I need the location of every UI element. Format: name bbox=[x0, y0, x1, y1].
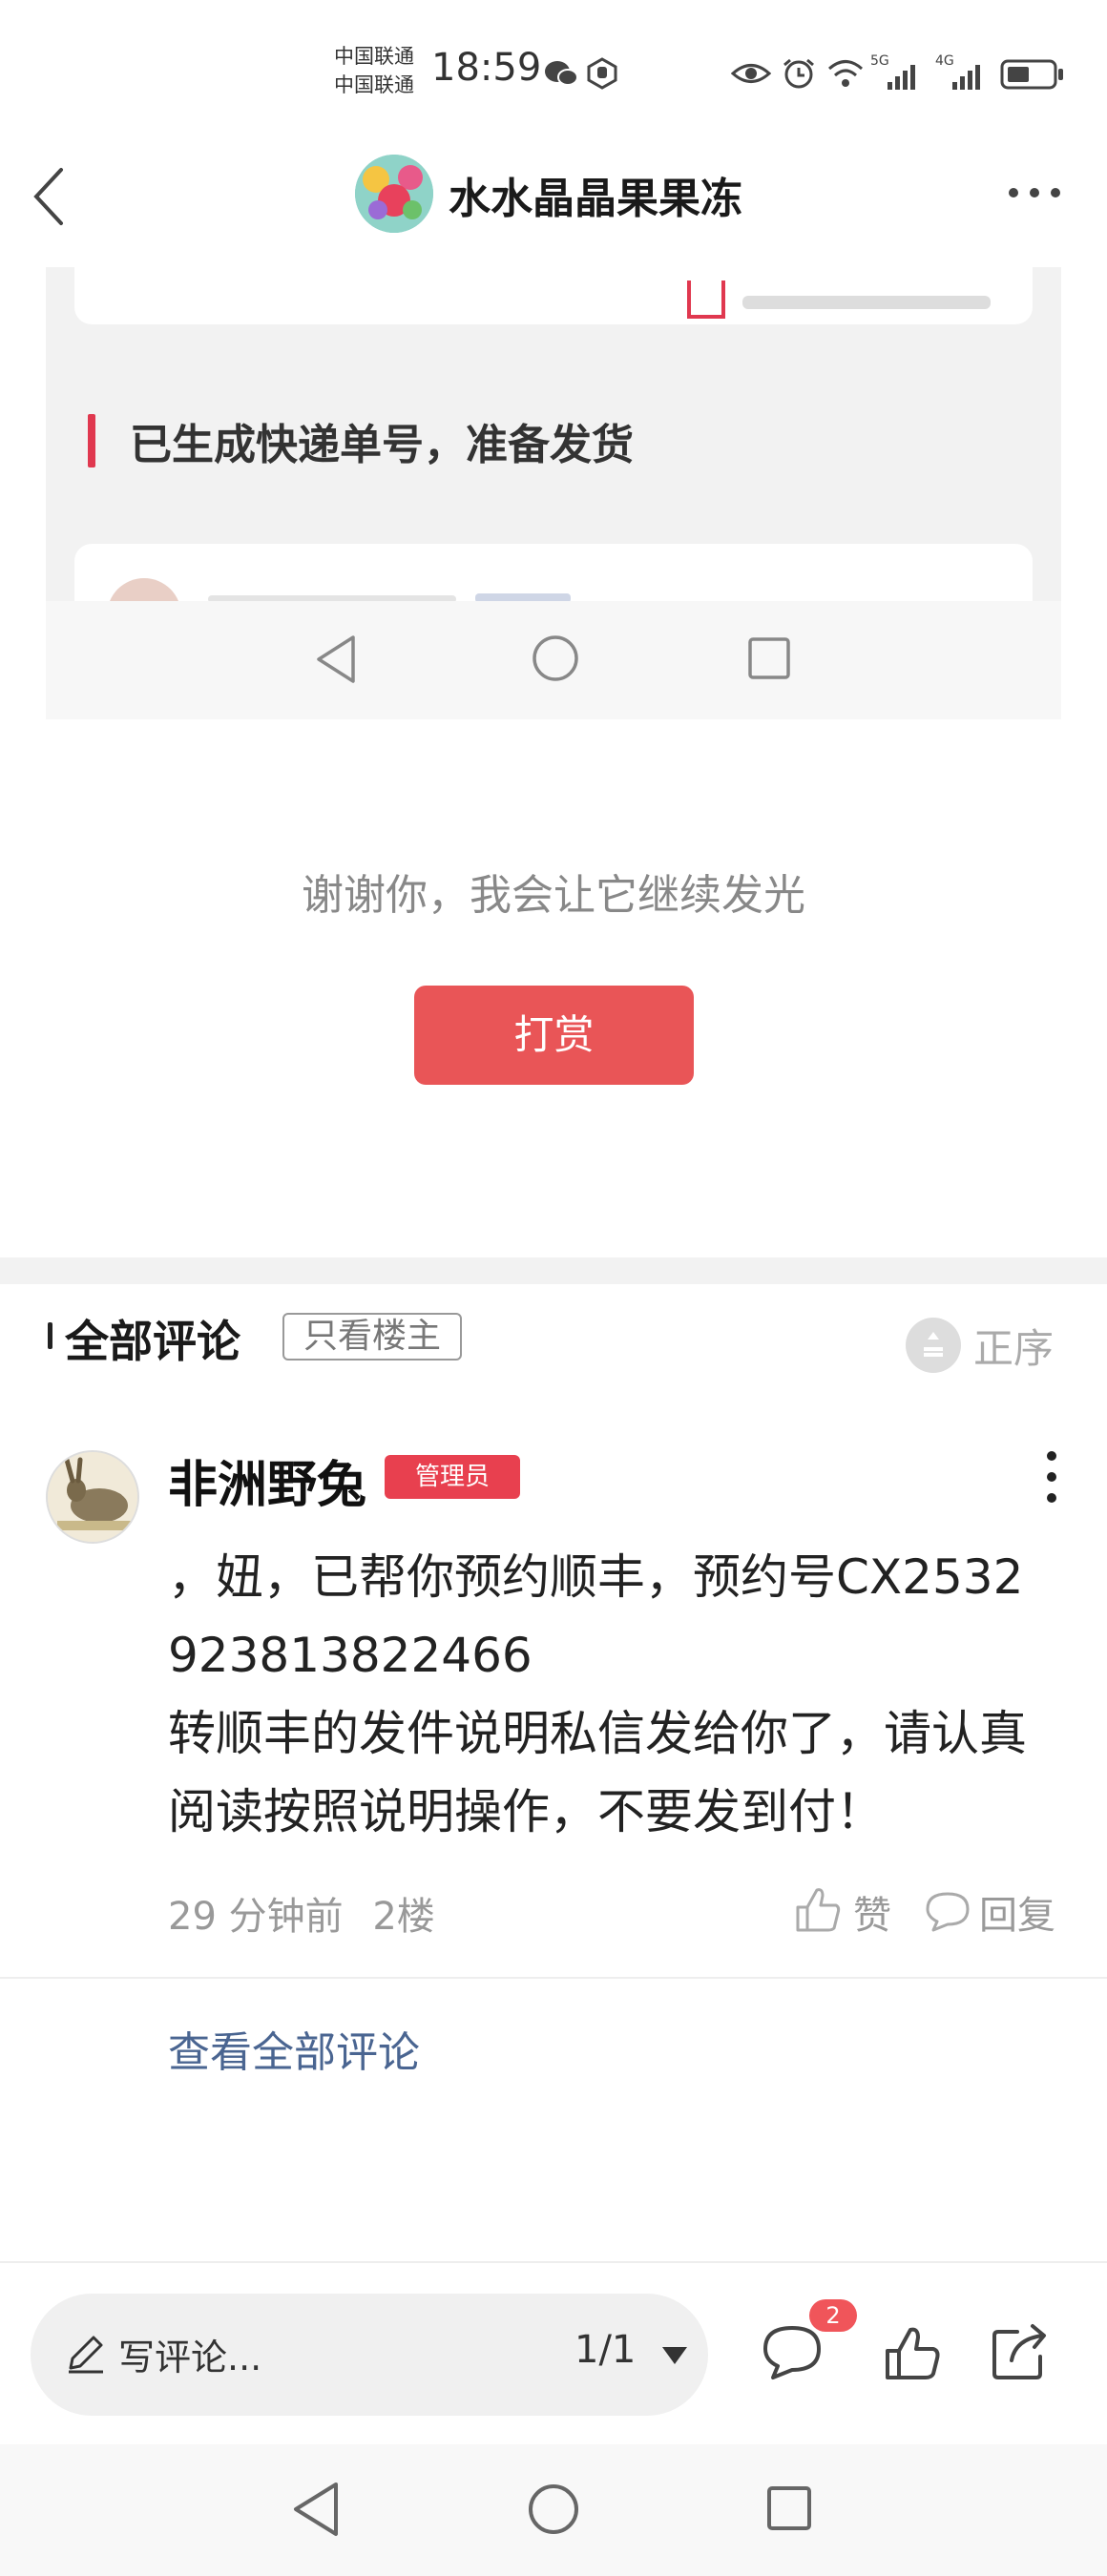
embedded-screenshot: 已生成快递单号，准备发货 bbox=[46, 267, 1061, 719]
triangle-down-icon[interactable] bbox=[660, 2345, 689, 2366]
sort-icon bbox=[906, 1318, 961, 1373]
reward-button[interactable]: 打赏 bbox=[414, 986, 694, 1085]
carrier-label-2: 中国联通 bbox=[334, 73, 414, 96]
nav-home-icon[interactable] bbox=[527, 2483, 580, 2536]
share-icon[interactable] bbox=[991, 2322, 1052, 2381]
embedded-nav-bar bbox=[46, 601, 1061, 719]
embedded-heading: 已生成快递单号，准备发货 bbox=[130, 421, 634, 469]
network-4g-label: 4G bbox=[935, 53, 954, 69]
nav-recent-icon[interactable] bbox=[765, 2484, 813, 2532]
comment-line: 转顺丰的发件说明私信发给你了，请认真 bbox=[168, 1706, 1027, 1761]
back-arrow-icon[interactable] bbox=[29, 164, 67, 229]
comment-meta: 29 分钟前 2楼 bbox=[168, 1885, 435, 1941]
comment-count-badge: 2 bbox=[809, 2299, 857, 2332]
embedded-checkbox-fragment bbox=[687, 280, 725, 319]
comment-text: ，妞，已帮你预约顺丰，预约号CX2532 923813822466 转顺丰的发件… bbox=[168, 1538, 1075, 1851]
comment-more-icon[interactable] bbox=[1040, 1448, 1063, 1506]
network-5g-label: 5G bbox=[870, 53, 889, 69]
pencil-icon bbox=[69, 2336, 103, 2374]
comment-placeholder: 写评论... bbox=[118, 2337, 262, 2379]
embedded-nav-home-icon bbox=[533, 635, 578, 681]
carrier-label-1: 中国联通 bbox=[334, 45, 414, 68]
view-all-comments-link[interactable]: 查看全部评论 bbox=[168, 2018, 420, 2079]
more-horizontal-icon[interactable] bbox=[1006, 185, 1063, 200]
embedded-text-fragment bbox=[742, 296, 991, 309]
comments-section-title: 全部评论 bbox=[65, 1316, 240, 1367]
embedded-heading-marker bbox=[88, 414, 95, 467]
embedded-card-top bbox=[74, 267, 1033, 324]
comment-floor: 2楼 bbox=[372, 1895, 435, 1939]
header-avatar[interactable] bbox=[355, 155, 433, 233]
embedded-nav-recent-icon bbox=[748, 637, 790, 679]
comment-bubble-icon[interactable] bbox=[762, 2324, 823, 2381]
status-bar: 中国联通 中国联通 18:59 5G 4G bbox=[0, 0, 1107, 143]
comment-line: ，妞，已帮你预约顺丰，预约号CX2532 bbox=[168, 1549, 1024, 1605]
nav-back-icon[interactable] bbox=[290, 2481, 342, 2538]
clock: 18:59 bbox=[431, 46, 542, 90]
divider bbox=[0, 2261, 1107, 2263]
page-title: 水水晶晶果果冻 bbox=[449, 175, 742, 223]
reply-label: 回复 bbox=[979, 1894, 1055, 1938]
reward-message: 谢谢你，我会让它继续发光 bbox=[302, 871, 805, 920]
comment-bubble-icon bbox=[926, 1892, 970, 1932]
avatar[interactable] bbox=[46, 1450, 139, 1544]
page-indicator[interactable]: 1/1 bbox=[574, 2328, 636, 2372]
comment-time: 29 分钟前 bbox=[168, 1895, 344, 1939]
app-header: 水水晶晶果果冻 bbox=[0, 143, 1107, 267]
only-op-toggle[interactable]: 只看楼主 bbox=[282, 1313, 463, 1361]
thumb-up-icon bbox=[796, 1888, 841, 1932]
comment-line: 923813822466 bbox=[168, 1628, 533, 1683]
divider bbox=[0, 1977, 1107, 1979]
privacy-hand-icon bbox=[587, 57, 617, 90]
wifi-icon bbox=[828, 60, 863, 87]
signal-icon bbox=[888, 65, 915, 90]
sort-label: 正序 bbox=[973, 1325, 1055, 1372]
section-marker bbox=[48, 1322, 52, 1349]
alarm-icon bbox=[783, 58, 814, 89]
wechat-icon bbox=[545, 61, 578, 86]
admin-badge: 管理员 bbox=[385, 1455, 520, 1499]
battery-icon bbox=[1000, 59, 1063, 90]
comment-line: 阅读按照说明操作，不要发到付！ bbox=[168, 1784, 884, 1839]
section-divider bbox=[0, 1257, 1107, 1284]
comment-input[interactable]: 写评论... 1/1 bbox=[31, 2294, 708, 2416]
embedded-nav-back-icon bbox=[317, 635, 355, 683]
signal-icon-2 bbox=[952, 65, 980, 90]
like-label: 赞 bbox=[853, 1894, 891, 1938]
system-nav-bar bbox=[0, 2444, 1107, 2576]
thumb-up-icon[interactable] bbox=[884, 2324, 941, 2381]
eye-icon bbox=[731, 64, 771, 83]
comment-author[interactable]: 非洲野兔 bbox=[168, 1444, 366, 1516]
